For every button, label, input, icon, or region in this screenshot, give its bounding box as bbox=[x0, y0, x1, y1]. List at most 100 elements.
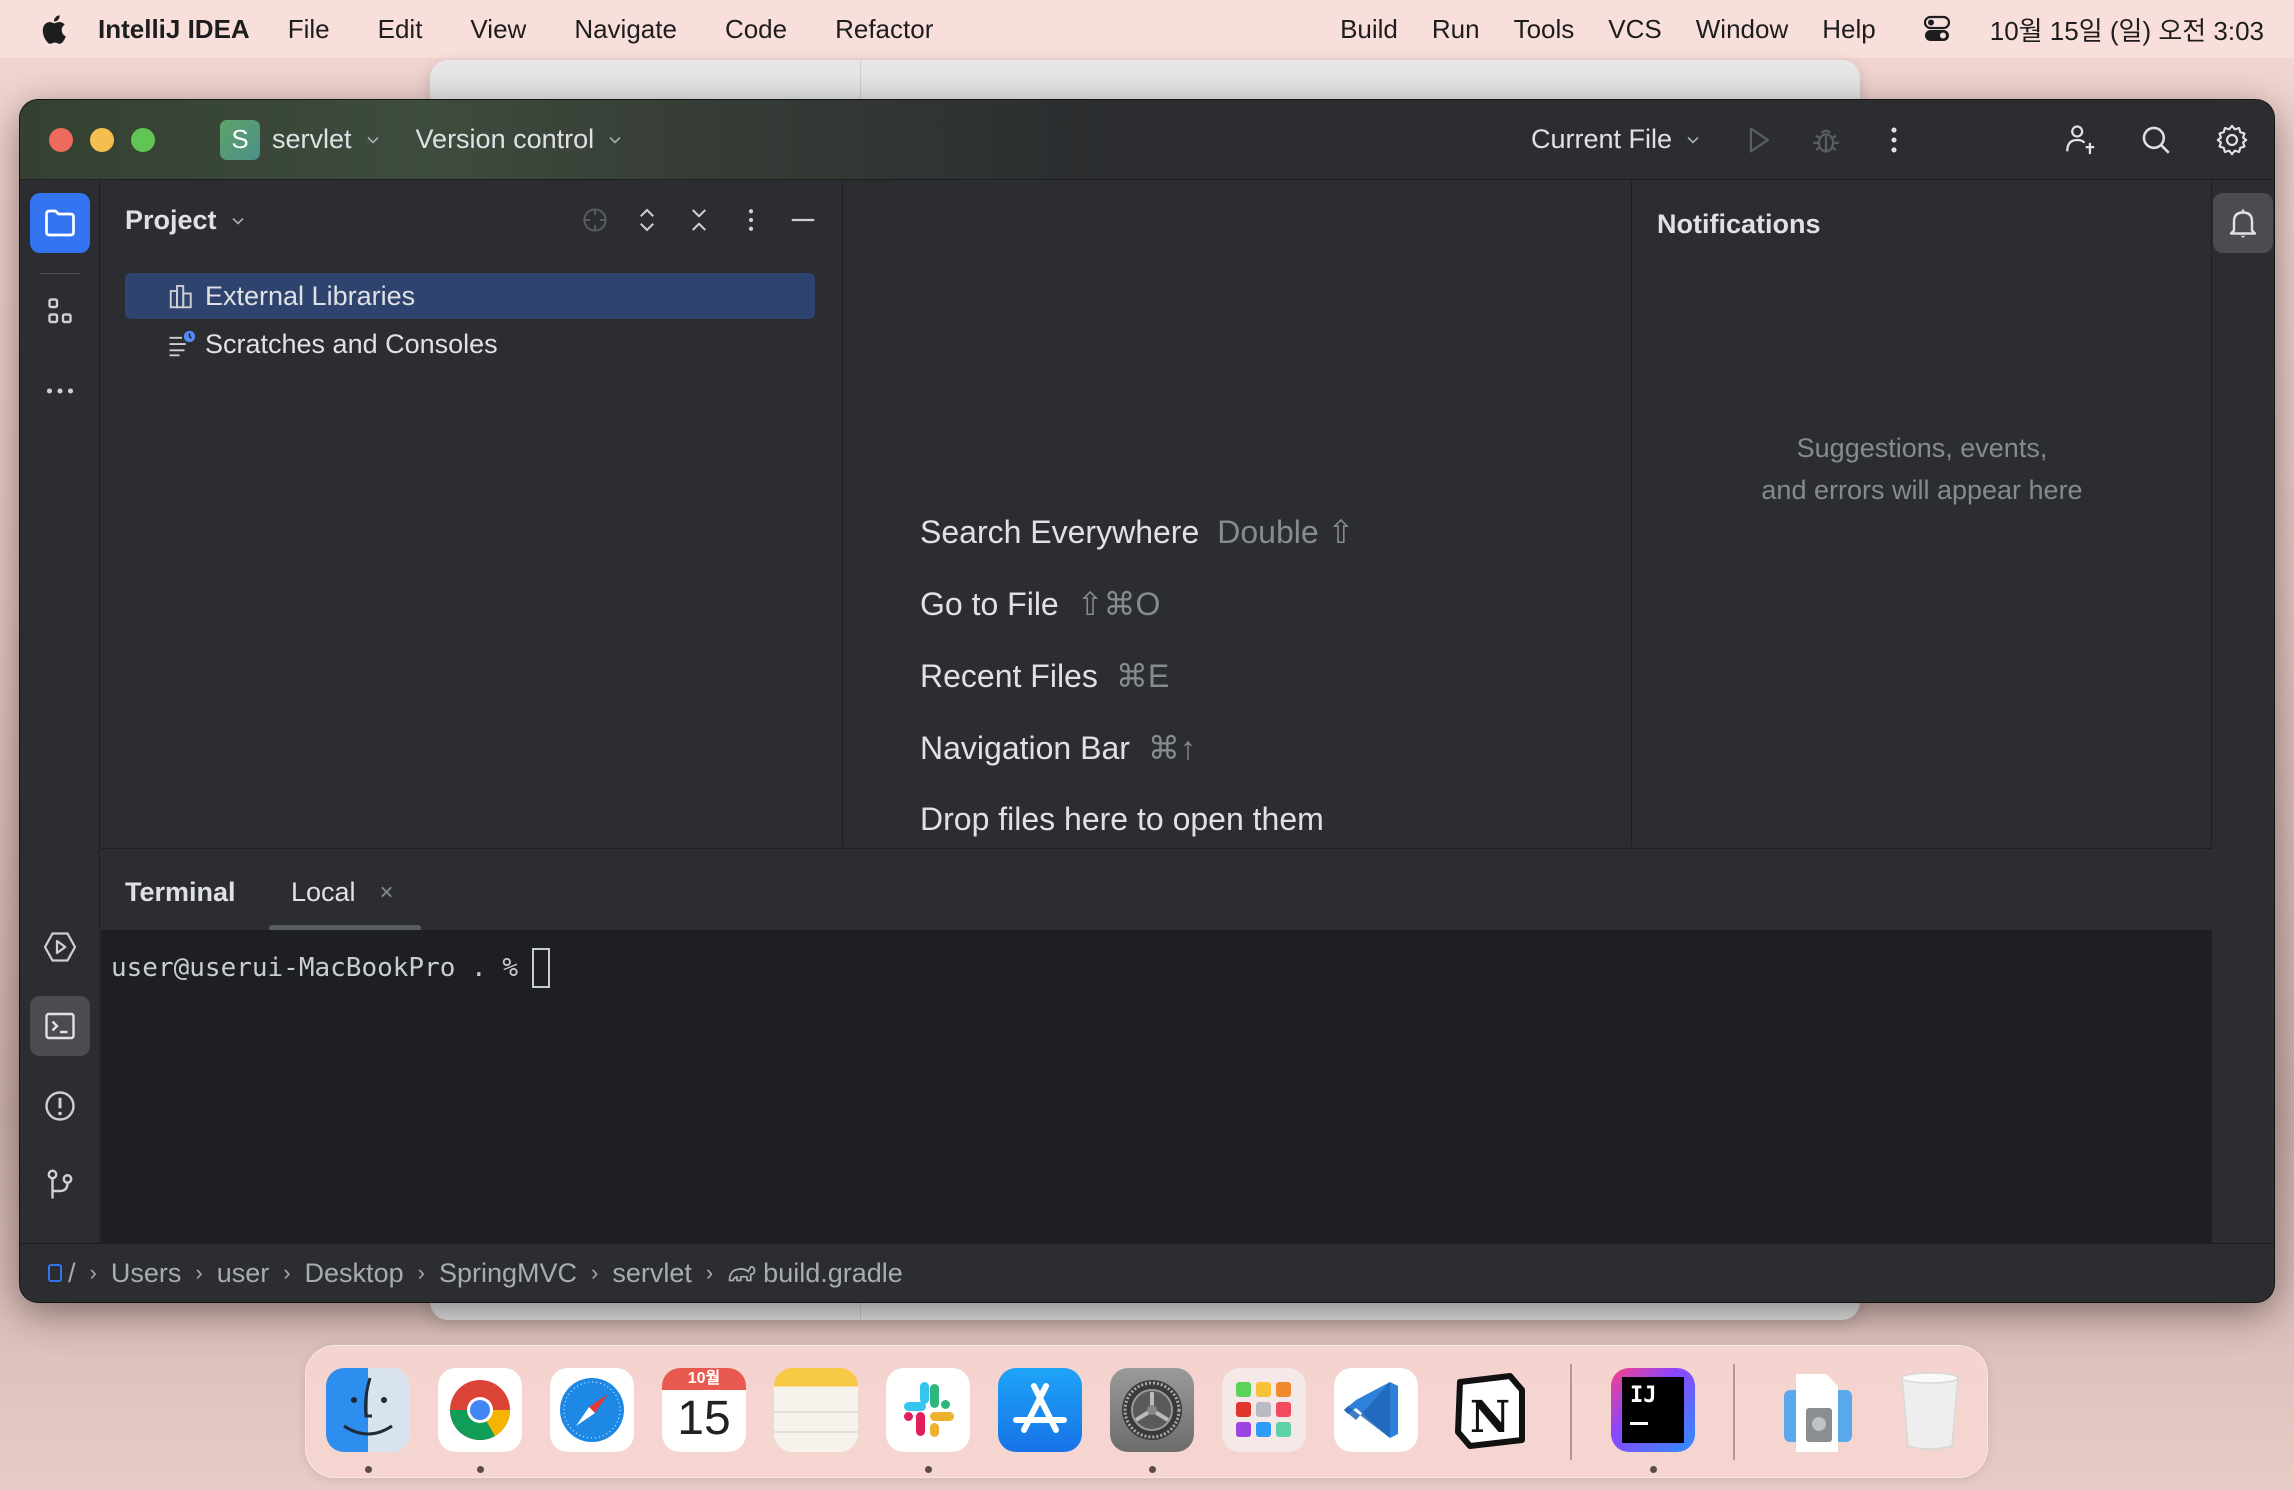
menu-file[interactable]: File bbox=[288, 14, 330, 45]
hide-panel-button[interactable] bbox=[786, 203, 820, 237]
breadcrumb-item[interactable]: Desktop bbox=[305, 1258, 404, 1289]
dock-safari[interactable] bbox=[550, 1368, 634, 1452]
hint-go-to-file[interactable]: Go to File ⇧⌘O bbox=[920, 585, 1160, 623]
project-tool-button[interactable] bbox=[30, 193, 90, 253]
menu-help[interactable]: Help bbox=[1822, 14, 1875, 45]
breadcrumb-item[interactable]: user bbox=[217, 1258, 270, 1289]
services-tool-button[interactable] bbox=[30, 917, 90, 977]
expand-all-button[interactable] bbox=[630, 203, 664, 237]
search-everywhere-button[interactable] bbox=[2138, 122, 2174, 158]
dock-system-settings[interactable] bbox=[1110, 1368, 1194, 1452]
structure-icon bbox=[48, 298, 72, 324]
gear-icon bbox=[2216, 124, 2248, 155]
expand-all-icon bbox=[640, 208, 654, 232]
terminal-tab-local[interactable]: Local × bbox=[291, 877, 394, 908]
breadcrumb-item[interactable]: Users bbox=[111, 1258, 182, 1289]
menu-code[interactable]: Code bbox=[725, 14, 787, 45]
control-center-icon[interactable] bbox=[1922, 15, 1952, 43]
dock-chrome[interactable] bbox=[438, 1368, 522, 1452]
breadcrumb-item[interactable]: servlet bbox=[612, 1258, 692, 1289]
close-window-button[interactable] bbox=[49, 127, 73, 152]
project-panel-title: Project bbox=[125, 205, 217, 235]
tree-item-external-libraries[interactable]: External Libraries bbox=[125, 273, 815, 319]
terminal-console[interactable]: user@userui-MacBookPro . % bbox=[101, 930, 2212, 1243]
dock-app-store[interactable] bbox=[998, 1368, 1082, 1452]
more-vertical-icon bbox=[1891, 127, 1897, 152]
git-tool-button[interactable] bbox=[30, 1155, 90, 1215]
run-configuration-selector[interactable]: Current File bbox=[1531, 124, 1700, 155]
trash-icon bbox=[1901, 1372, 1959, 1450]
settings-button[interactable] bbox=[2214, 122, 2250, 158]
menu-navigate[interactable]: Navigate bbox=[574, 14, 677, 45]
dock-launchpad[interactable] bbox=[1222, 1368, 1306, 1452]
svg-text:N: N bbox=[1470, 1392, 1510, 1443]
left-tool-stripe bbox=[20, 181, 100, 1243]
library-icon bbox=[169, 285, 192, 309]
macos-menu-bar: IntelliJ IDEA File Edit View Navigate Co… bbox=[0, 0, 2294, 58]
breadcrumb-separator: › bbox=[590, 1260, 599, 1285]
hint-navigation-bar[interactable]: Navigation Bar ⌘↑ bbox=[920, 729, 1196, 767]
dock-trash[interactable] bbox=[1888, 1368, 1972, 1452]
collapse-all-button[interactable] bbox=[682, 203, 716, 237]
dock-downloads-stack[interactable] bbox=[1776, 1368, 1860, 1452]
more-vertical-icon bbox=[748, 209, 754, 231]
menu-app-name[interactable]: IntelliJ IDEA bbox=[98, 14, 250, 45]
maximize-window-button[interactable] bbox=[131, 127, 155, 152]
breadcrumb-file[interactable]: build.gradle bbox=[763, 1258, 903, 1289]
tree-item-scratches[interactable]: Scratches and Consoles bbox=[125, 321, 815, 367]
menu-window[interactable]: Window bbox=[1696, 14, 1788, 45]
menu-build[interactable]: Build bbox=[1340, 14, 1398, 45]
menubar-clock[interactable]: 10월 15일 (일) 오전 3:03 bbox=[1990, 11, 2264, 48]
run-configuration-label: Current File bbox=[1530, 124, 1672, 154]
code-with-me-button[interactable] bbox=[2062, 122, 2098, 158]
version-control-label: Version control bbox=[415, 124, 595, 154]
running-indicator bbox=[1149, 1466, 1156, 1473]
notifications-empty-state: Suggestions, events, and errors will app… bbox=[1633, 427, 2211, 511]
problems-icon bbox=[45, 1091, 75, 1121]
dock-vscode[interactable] bbox=[1334, 1368, 1418, 1452]
chevron-down-icon bbox=[366, 136, 379, 144]
structure-tool-button[interactable] bbox=[30, 283, 90, 343]
terminal-title: Terminal bbox=[125, 877, 236, 907]
dock-intellij[interactable]: IJ bbox=[1611, 1368, 1695, 1452]
more-tools-button[interactable] bbox=[30, 361, 90, 421]
menu-run[interactable]: Run bbox=[1432, 14, 1480, 45]
hint-label: Navigation Bar bbox=[920, 730, 1130, 766]
right-tool-stripe bbox=[2213, 181, 2274, 1243]
hint-recent-files[interactable]: Recent Files ⌘E bbox=[920, 657, 1169, 695]
breadcrumb-separator: › bbox=[417, 1260, 425, 1285]
select-opened-file-button[interactable] bbox=[578, 203, 612, 237]
dock-calendar[interactable]: 10월 15 bbox=[662, 1368, 746, 1452]
problems-tool-button[interactable] bbox=[30, 1076, 90, 1136]
close-tab-icon[interactable]: × bbox=[380, 879, 394, 907]
panel-options-button[interactable] bbox=[734, 203, 768, 237]
dock-notion[interactable]: N bbox=[1446, 1368, 1530, 1452]
notifications-title: Notifications bbox=[1657, 209, 1821, 239]
menu-tools[interactable]: Tools bbox=[1514, 14, 1575, 45]
dock-finder[interactable] bbox=[326, 1368, 410, 1452]
hint-label: Drop files here to open them bbox=[920, 801, 1324, 837]
version-control-selector[interactable]: Version control bbox=[416, 124, 623, 155]
editor-empty-state: Search Everywhere Double ⇧ Go to File ⇧⌘… bbox=[844, 181, 1632, 847]
hint-search-everywhere[interactable]: Search Everywhere Double ⇧ bbox=[920, 513, 1354, 551]
run-button[interactable] bbox=[1740, 122, 1776, 158]
minimize-window-button[interactable] bbox=[90, 127, 114, 152]
menu-refactor[interactable]: Refactor bbox=[835, 14, 933, 45]
terminal-tool-button[interactable] bbox=[30, 996, 90, 1056]
safari-icon bbox=[560, 1378, 624, 1442]
more-actions-button[interactable] bbox=[1876, 122, 1912, 158]
menu-edit[interactable]: Edit bbox=[378, 14, 423, 45]
menu-view[interactable]: View bbox=[470, 14, 526, 45]
dock-notes[interactable] bbox=[774, 1368, 858, 1452]
hint-shortcut: ⇧⌘O bbox=[1076, 586, 1161, 622]
more-horizontal-icon bbox=[46, 388, 74, 394]
project-selector[interactable]: S servlet bbox=[220, 119, 380, 160]
apple-logo-icon[interactable] bbox=[38, 13, 68, 45]
menu-vcs[interactable]: VCS bbox=[1608, 14, 1661, 45]
breadcrumb-item[interactable]: SpringMVC bbox=[439, 1258, 577, 1289]
debug-button[interactable] bbox=[1808, 122, 1844, 158]
breadcrumb-root[interactable]: / bbox=[68, 1258, 76, 1289]
dock-slack[interactable] bbox=[886, 1368, 970, 1452]
project-view-selector[interactable]: Project bbox=[125, 205, 245, 236]
notifications-tool-button[interactable] bbox=[2213, 193, 2273, 253]
